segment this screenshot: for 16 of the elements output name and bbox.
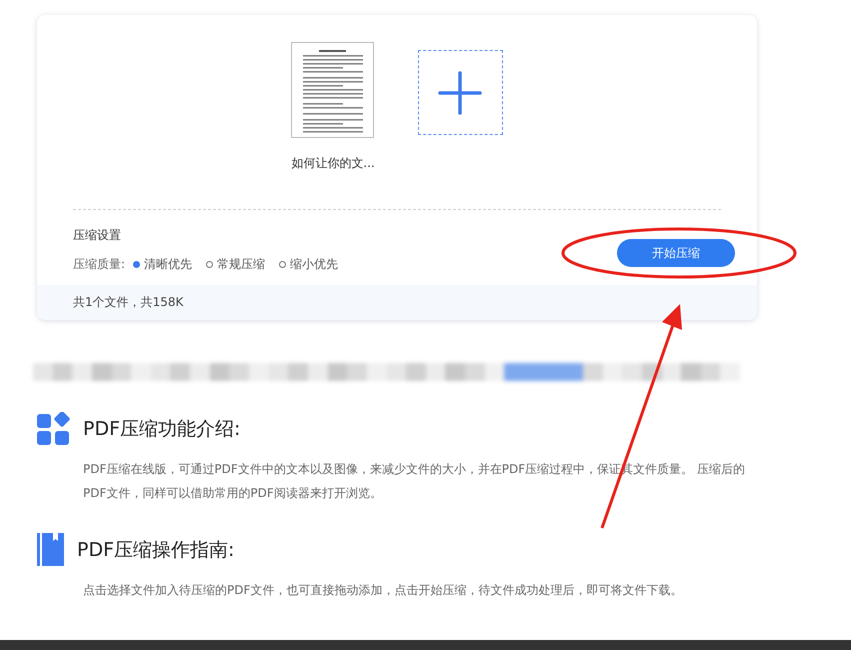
section-title: PDF压缩操作指南:	[77, 538, 234, 562]
quality-label: 压缩质量:	[73, 256, 126, 273]
plus-icon	[438, 70, 482, 114]
section-title: PDF压缩功能介绍:	[83, 416, 240, 442]
document-thumbnail[interactable]	[291, 42, 374, 138]
quality-option[interactable]: 缩小优先	[279, 256, 338, 273]
section-text: 点击选择文件加入待压缩的PDF文件，也可直接拖动添加，点击开始压缩，待文件成功处理后，即可将文件下载。	[83, 582, 684, 599]
quality-option[interactable]: 常规压缩	[206, 256, 266, 273]
quality-option[interactable]: 清晰优先	[133, 256, 192, 273]
apps-icon	[37, 412, 70, 445]
book-icon	[37, 533, 64, 566]
start-compress-button[interactable]: 开始压缩	[617, 239, 735, 267]
file-name: 如何让你的文...	[291, 155, 375, 172]
file-summary: 共1个文件，共158K	[73, 294, 184, 311]
settings-title: 压缩设置	[73, 227, 122, 244]
add-file-button[interactable]	[418, 50, 503, 135]
